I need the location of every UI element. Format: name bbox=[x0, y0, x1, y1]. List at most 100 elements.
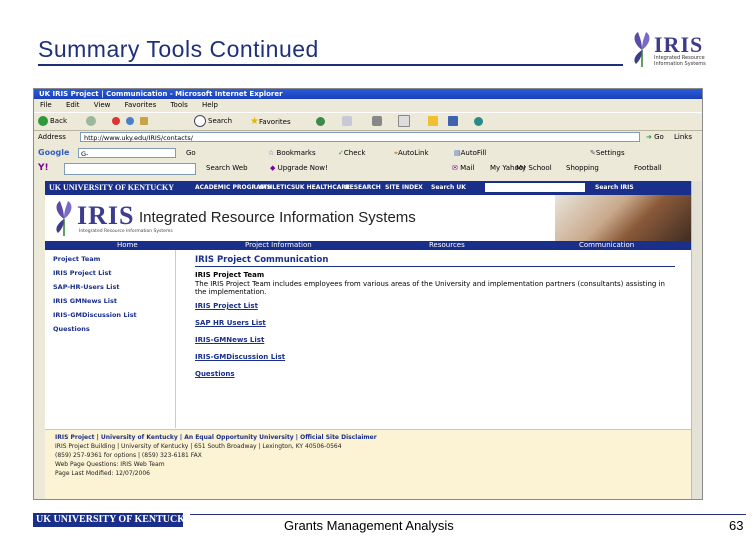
mail-icon bbox=[342, 116, 352, 126]
footer-links[interactable]: IRIS Project | University of Kentucky | … bbox=[55, 434, 377, 441]
star-icon: ★ bbox=[250, 116, 259, 127]
sidebar-item-sap-hr-users-list[interactable]: SAP-HR-Users List bbox=[53, 283, 119, 291]
link-questions[interactable]: Questions bbox=[195, 370, 235, 378]
menu-view[interactable]: View bbox=[94, 101, 111, 109]
main-content: IRIS Project Communication IRIS Project … bbox=[176, 250, 695, 428]
my-school-link[interactable]: My School bbox=[516, 161, 552, 175]
links-label[interactable]: Links bbox=[674, 131, 692, 144]
autolink-button[interactable]: ⌖AutoLink bbox=[394, 146, 429, 160]
nav-resources[interactable]: Resources bbox=[429, 241, 465, 250]
slide-title: Summary Tools Continued bbox=[38, 36, 319, 62]
sidebar-item-iris-gmnews-list[interactable]: IRIS GMNews List bbox=[53, 297, 117, 305]
vertical-scrollbar[interactable] bbox=[691, 181, 702, 499]
uk-nav-site-index[interactable]: SITE INDEX bbox=[385, 181, 423, 195]
search-iris-button[interactable]: Search IRIS bbox=[595, 181, 634, 195]
google-go-button[interactable]: Go bbox=[186, 146, 196, 160]
banner-title: Integrated Resource Information Systems bbox=[139, 209, 416, 226]
footer-phone: (859) 257-9361 for options | (859) 323-6… bbox=[55, 452, 202, 459]
link-gmdiscussion-list[interactable]: IRIS-GMDiscussion List bbox=[195, 353, 285, 361]
print-button[interactable] bbox=[372, 113, 384, 130]
iris-flower-icon bbox=[634, 32, 650, 67]
nav-project-information[interactable]: Project Information bbox=[245, 241, 312, 250]
upgrade-now-button[interactable]: ◆ Upgrade Now! bbox=[270, 161, 328, 175]
refresh-button[interactable] bbox=[126, 113, 136, 130]
mail-link[interactable]: ✉ Mail bbox=[452, 161, 474, 175]
football-link[interactable]: Football bbox=[634, 161, 662, 175]
uk-brand[interactable]: UK UNIVERSITY OF KENTUCKY bbox=[49, 181, 174, 195]
go-arrow-icon: ➜ bbox=[646, 133, 652, 141]
banner-photo bbox=[555, 195, 695, 241]
research-icon bbox=[474, 116, 483, 126]
uk-nav-athletics[interactable]: ATHLETICS bbox=[259, 181, 295, 195]
forward-button[interactable] bbox=[86, 113, 98, 130]
iris-flower-icon bbox=[56, 201, 72, 236]
stop-icon bbox=[112, 117, 120, 125]
footer-rule bbox=[190, 514, 746, 515]
history-icon bbox=[316, 116, 325, 126]
iris-logo: IRIS Integrated Resource Information Sys… bbox=[630, 30, 706, 70]
back-button[interactable]: Back bbox=[38, 113, 67, 130]
folder-button[interactable] bbox=[428, 113, 440, 130]
link-iris-project-list[interactable]: IRIS Project List bbox=[195, 302, 258, 310]
sidebar-item-gmdiscussion-list[interactable]: IRIS-GMDiscussion List bbox=[53, 311, 137, 319]
stop-button[interactable] bbox=[112, 113, 122, 130]
uk-nav-healthcare[interactable]: UK HEALTHCARE bbox=[295, 181, 350, 195]
sidebar-item-project-team[interactable]: Project Team bbox=[53, 255, 100, 263]
uk-search-input[interactable] bbox=[485, 183, 585, 192]
messenger-button[interactable] bbox=[448, 113, 460, 130]
mail-button[interactable] bbox=[342, 113, 354, 130]
research-button[interactable] bbox=[474, 113, 485, 130]
google-search-input[interactable]: G- bbox=[78, 148, 176, 158]
bookmark-star-icon: ☆ bbox=[268, 149, 275, 157]
uk-logo: UK UNIVERSITY OF KENTUCKY bbox=[33, 513, 192, 527]
home-button[interactable] bbox=[140, 113, 150, 130]
yahoo-brand: Y! bbox=[38, 163, 49, 173]
web-page: UK UNIVERSITY OF KENTUCKY ACADEMIC PROGR… bbox=[45, 181, 695, 499]
team-heading: IRIS Project Team bbox=[195, 271, 265, 279]
history-button[interactable] bbox=[316, 113, 327, 130]
search-web-button[interactable]: Search Web bbox=[206, 161, 248, 175]
uk-nav-research[interactable]: RESEARCH bbox=[345, 181, 381, 195]
standard-toolbar: Back Search ★Favorites bbox=[34, 112, 702, 131]
footer-last-modified: Page Last Modified: 12/07/2006 bbox=[55, 470, 150, 477]
menu-file[interactable]: File bbox=[40, 101, 52, 109]
yahoo-search-input[interactable] bbox=[64, 163, 196, 175]
menu-help[interactable]: Help bbox=[202, 101, 218, 109]
bookmarks-button[interactable]: ☆ Bookmarks bbox=[268, 146, 316, 160]
nav-home[interactable]: Home bbox=[117, 241, 138, 250]
google-brand: Google bbox=[38, 148, 70, 157]
page-footer: IRIS Project | University of Kentucky | … bbox=[45, 429, 695, 499]
edit-icon bbox=[398, 115, 410, 127]
menu-favorites[interactable]: Favorites bbox=[125, 101, 157, 109]
forward-arrow-icon bbox=[86, 116, 96, 126]
sidebar-item-iris-project-list[interactable]: IRIS Project List bbox=[53, 269, 111, 277]
go-button[interactable]: ➜ Go bbox=[646, 131, 664, 144]
yahoo-icon: ◆ bbox=[270, 164, 276, 172]
folder-icon bbox=[428, 116, 438, 126]
home-icon bbox=[140, 117, 148, 125]
print-icon bbox=[372, 116, 382, 126]
address-label: Address bbox=[38, 133, 66, 141]
nav-communication[interactable]: Communication bbox=[579, 241, 634, 250]
iris-wordmark: IRIS bbox=[77, 201, 135, 230]
search-button[interactable]: Search bbox=[194, 113, 232, 130]
iris-wordmark-subtitle: Integrated Resource Information Systems bbox=[79, 229, 173, 234]
menu-edit[interactable]: Edit bbox=[66, 101, 80, 109]
address-bar: Address http://www.uky.edu/IRIS/contacts… bbox=[34, 131, 702, 144]
menu-tools[interactable]: Tools bbox=[170, 101, 187, 109]
address-input[interactable]: http://www.uky.edu/IRIS/contacts/ bbox=[80, 132, 640, 142]
search-uk-label: Search UK bbox=[431, 184, 466, 191]
sidebar-item-questions[interactable]: Questions bbox=[53, 325, 90, 333]
refresh-icon bbox=[126, 117, 134, 125]
settings-button[interactable]: ✎Settings bbox=[590, 146, 625, 160]
check-button[interactable]: ✓Check bbox=[338, 146, 365, 160]
shopping-link[interactable]: Shopping bbox=[566, 161, 599, 175]
favorites-button[interactable]: ★Favorites bbox=[250, 113, 291, 130]
footer-web-questions: Web Page Questions: IRIS Web Team bbox=[55, 461, 165, 468]
link-iris-gmnews-list[interactable]: IRIS-GMNews List bbox=[195, 336, 264, 344]
edit-button[interactable] bbox=[398, 113, 412, 130]
google-toolbar: Google G- Go ☆ Bookmarks ✓Check ⌖AutoLin… bbox=[34, 146, 702, 160]
autofill-button[interactable]: ▤AutoFill bbox=[454, 146, 486, 160]
footer-text: Grants Management Analysis bbox=[284, 518, 454, 533]
link-sap-hr-users-list[interactable]: SAP HR Users List bbox=[195, 319, 266, 327]
